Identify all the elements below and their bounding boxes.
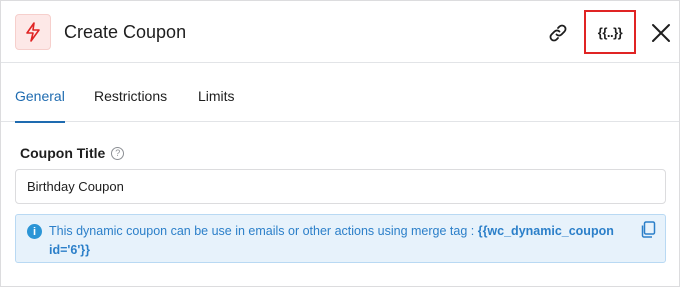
coupon-title-input[interactable] [15, 169, 666, 204]
tab-limits[interactable]: Limits [198, 64, 235, 122]
merge-tag-button[interactable]: {{..}} [584, 10, 636, 54]
notice-text: This dynamic coupon can be use in emails… [49, 222, 629, 260]
help-icon[interactable]: ? [111, 146, 125, 160]
coupon-title-label-text: Coupon Title [20, 145, 106, 161]
close-button[interactable] [648, 20, 674, 46]
info-icon: i [27, 224, 42, 239]
notice-message: This dynamic coupon can be use in emails… [49, 224, 478, 238]
panel-header: Create Coupon {{..}} [1, 1, 679, 63]
link-button[interactable] [545, 20, 571, 46]
close-icon [652, 24, 670, 42]
create-coupon-panel: Create Coupon {{..}} General Restriction… [0, 0, 680, 287]
page-title: Create Coupon [64, 22, 187, 42]
copy-icon [641, 221, 656, 238]
copy-button[interactable] [640, 221, 658, 241]
tab-general[interactable]: General [15, 64, 65, 123]
lightning-icon [15, 14, 51, 50]
coupon-title-label: Coupon Title ? [20, 145, 125, 161]
merge-tag-notice: i This dynamic coupon can be use in emai… [15, 214, 666, 263]
tab-restrictions[interactable]: Restrictions [94, 64, 167, 122]
general-tab-content: Coupon Title ? i This dynamic coupon can… [1, 123, 679, 286]
tab-bar: General Restrictions Limits [1, 64, 679, 123]
link-icon [549, 24, 567, 42]
